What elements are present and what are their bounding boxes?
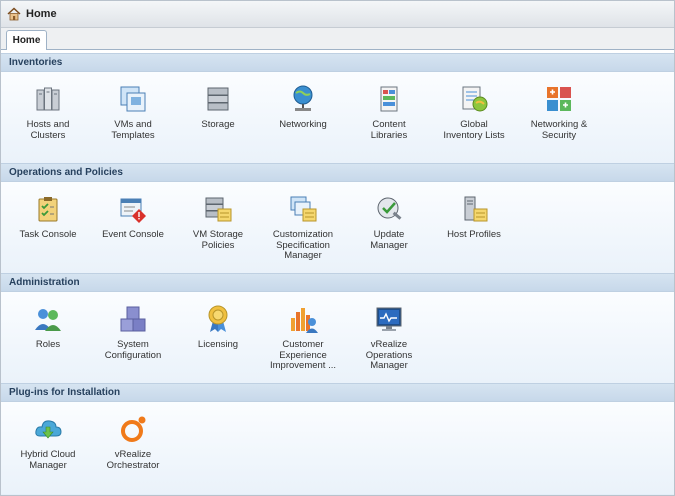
task-console-icon — [38, 197, 58, 222]
shortcut-licensing[interactable]: Licensing — [175, 304, 261, 351]
global-inventory-icon — [462, 86, 488, 112]
home-icon — [7, 7, 21, 21]
window-title: Home — [26, 8, 57, 20]
shortcut-label: Roles — [35, 339, 61, 350]
shortcut-networking[interactable]: Networking — [260, 84, 346, 131]
section-plug-ins-for-installation: Plug-ins for Installation Hybrid Cloud M… — [1, 383, 674, 494]
licensing-icon — [208, 305, 228, 332]
hybrid-cloud-icon — [35, 420, 62, 439]
section-operations-and-policies: Operations and Policies Task Console Eve… — [1, 163, 674, 274]
shortcut-customization-specification-manager[interactable]: Customization Specification Manager — [260, 194, 346, 262]
shortcut-label: Event Console — [102, 229, 164, 240]
storage-icon — [207, 87, 229, 111]
section-inventories: Inventories Hosts and Clusters VMs and T… — [1, 53, 674, 164]
tab-home[interactable]: Home — [6, 30, 47, 50]
shortcut-label: vRealize Operations Manager — [365, 339, 413, 371]
vms-templates-icon — [120, 86, 146, 112]
shortcut-label: Content Libraries — [370, 119, 408, 141]
shortcut-label: Customer Experience Improvement ... — [270, 339, 336, 371]
host-profiles-icon — [464, 196, 488, 222]
shortcut-label: Global Inventory Lists — [443, 119, 505, 141]
shortcut-label: VM Storage Policies — [192, 229, 244, 251]
shortcut-networking-and-security[interactable]: Networking & Security — [516, 84, 602, 141]
shortcut-customer-experience-improvement[interactable]: Customer Experience Improvement ... — [260, 304, 346, 372]
shortcut-label: Customization Specification Manager — [272, 229, 334, 261]
shortcut-label: Licensing — [197, 339, 239, 350]
shortcut-vm-storage-policies[interactable]: VM Storage Policies — [175, 194, 261, 251]
vm-storage-policies-icon — [205, 197, 232, 222]
shortcut-storage[interactable]: Storage — [175, 84, 261, 131]
shortcut-hosts-and-clusters[interactable]: Hosts and Clusters — [5, 84, 91, 141]
shortcut-label: Task Console — [19, 229, 77, 240]
shortcut-label: vRealize Orchestrator — [106, 449, 160, 471]
shortcut-label: Networking & Security — [530, 119, 588, 141]
shortcut-vrealize-operations-manager[interactable]: vRealize Operations Manager — [346, 304, 432, 372]
ceip-icon — [291, 308, 318, 333]
shortcut-event-console[interactable]: Event Console — [90, 194, 176, 241]
update-manager-icon — [377, 197, 402, 220]
shortcut-label: Update Manager — [370, 229, 408, 251]
shortcut-label: Hybrid Cloud Manager — [20, 449, 76, 471]
content-libraries-icon — [380, 86, 398, 112]
networking-icon — [293, 85, 313, 111]
shortcut-label: Storage — [201, 119, 235, 130]
tab-strip: Home — [1, 28, 674, 50]
hosts-clusters-icon — [36, 87, 60, 111]
section-title: Operations and Policies — [1, 163, 674, 182]
shortcut-hybrid-cloud-manager[interactable]: Hybrid Cloud Manager — [5, 414, 91, 471]
shortcut-label: Hosts and Clusters — [26, 119, 70, 141]
shortcut-update-manager[interactable]: Update Manager — [346, 194, 432, 251]
system-configuration-icon — [120, 306, 146, 332]
title-bar: Home — [1, 1, 674, 28]
vrealize-orchestrator-icon — [121, 416, 146, 442]
shortcut-task-console[interactable]: Task Console — [5, 194, 91, 241]
shortcut-label: Networking — [279, 119, 327, 130]
section-administration: Administration Roles System Configuratio… — [1, 273, 674, 384]
vsphere-home-window: Home Home Inventories Hosts and Clusters… — [0, 0, 675, 496]
shortcut-vms-and-templates[interactable]: VMs and Templates — [90, 84, 176, 141]
shortcut-label: Host Profiles — [447, 229, 501, 240]
shortcut-content-libraries[interactable]: Content Libraries — [346, 84, 432, 141]
home-content: Inventories Hosts and Clusters VMs and T… — [1, 50, 674, 495]
shortcut-roles[interactable]: Roles — [5, 304, 91, 351]
shortcut-vrealize-orchestrator[interactable]: vRealize Orchestrator — [90, 414, 176, 471]
event-console-icon — [120, 198, 146, 223]
section-title: Administration — [1, 273, 674, 292]
vrealize-operations-icon — [376, 307, 402, 331]
section-title: Inventories — [1, 53, 674, 72]
section-title: Plug-ins for Installation — [1, 383, 674, 402]
roles-icon — [35, 309, 61, 331]
shortcut-global-inventory-lists[interactable]: Global Inventory Lists — [431, 84, 517, 141]
shortcut-label: VMs and Templates — [111, 119, 155, 141]
shortcut-system-configuration[interactable]: System Configuration — [90, 304, 176, 361]
networking-security-icon — [547, 87, 571, 111]
shortcut-label: System Configuration — [104, 339, 162, 361]
shortcut-host-profiles[interactable]: Host Profiles — [431, 194, 517, 241]
customization-spec-icon — [290, 196, 317, 222]
